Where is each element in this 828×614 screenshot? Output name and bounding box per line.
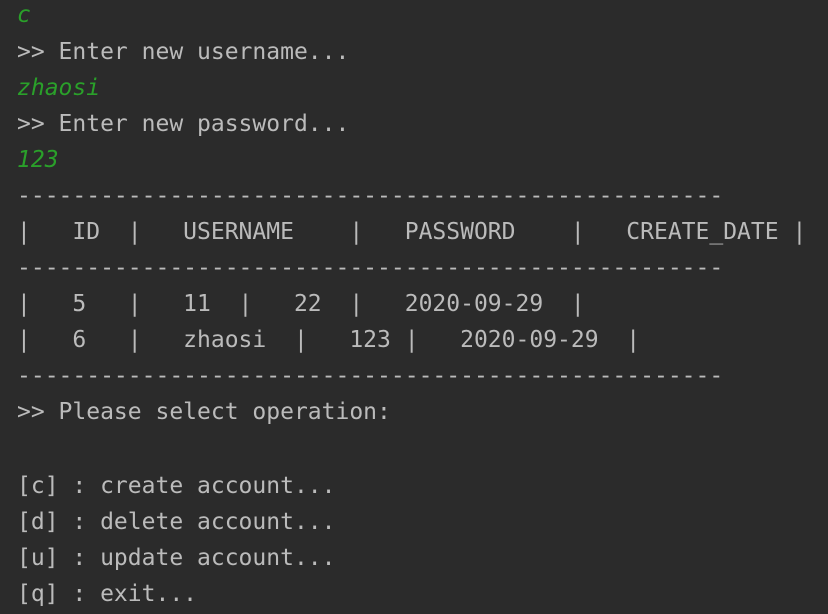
table-separator-bottom: ----------------------------------------… [17, 363, 724, 389]
user-input-choice: c [17, 2, 31, 28]
table-separator-top: ----------------------------------------… [17, 183, 724, 209]
prompt-username: >> Enter new username... [17, 39, 350, 65]
menu-item-exit: [q] : exit... [17, 581, 198, 607]
prompt-operation: >> Please select operation: [17, 399, 391, 425]
menu-item-create: [c] : create account... [17, 473, 336, 499]
table-header: | ID | USERNAME | PASSWORD | CREATE_DATE… [17, 219, 807, 245]
table-separator-mid: ----------------------------------------… [17, 255, 724, 281]
table-row: | 5 | 11 | 22 | 2020-09-29 | [17, 291, 585, 317]
user-input-username: zhaosi [17, 75, 101, 101]
menu-item-update: [u] : update account... [17, 545, 336, 571]
table-row: | 6 | zhaosi | 123 | 2020-09-29 | [17, 327, 641, 353]
prompt-password: >> Enter new password... [17, 111, 350, 137]
menu-item-delete: [d] : delete account... [17, 509, 336, 535]
user-input-password: 123 [17, 147, 59, 173]
console-output[interactable]: c >> Enter new username... zhaosi >> Ent… [17, 0, 828, 612]
